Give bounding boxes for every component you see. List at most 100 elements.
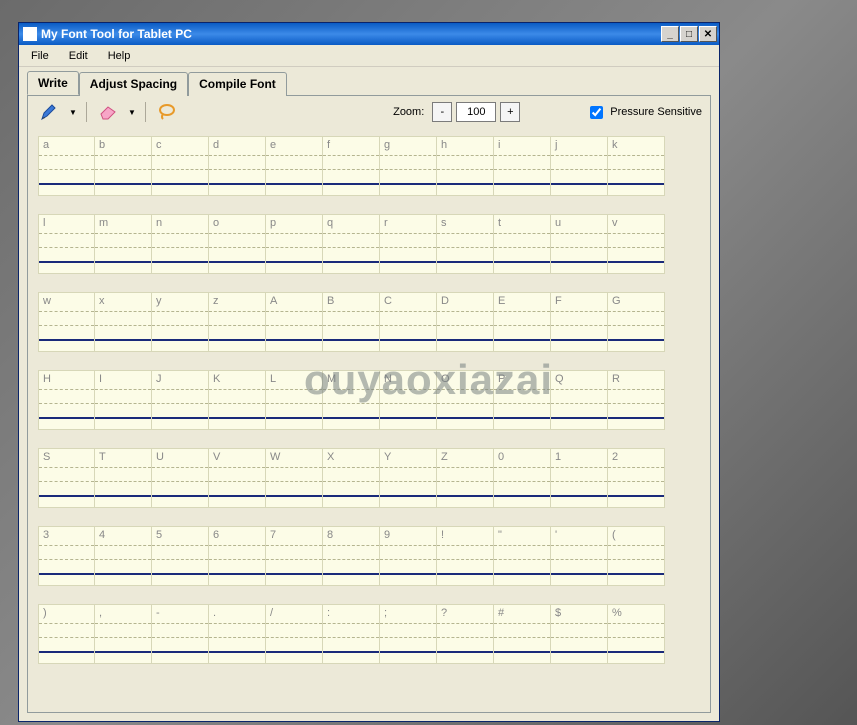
character-cell[interactable]: z bbox=[209, 292, 266, 352]
character-cell[interactable]: 6 bbox=[209, 526, 266, 586]
pressure-sensitive-checkbox[interactable] bbox=[590, 106, 603, 119]
titlebar[interactable]: My Font Tool for Tablet PC _ □ ✕ bbox=[19, 23, 719, 45]
character-cell[interactable]: Y bbox=[380, 448, 437, 508]
character-cell[interactable]: # bbox=[494, 604, 551, 664]
lasso-tool-button[interactable] bbox=[154, 100, 180, 124]
character-cell[interactable]: h bbox=[437, 136, 494, 196]
character-cell[interactable]: Z bbox=[437, 448, 494, 508]
character-cell[interactable]: u bbox=[551, 214, 608, 274]
character-cell[interactable]: o bbox=[209, 214, 266, 274]
character-cell[interactable]: T bbox=[95, 448, 152, 508]
character-cell[interactable]: x bbox=[95, 292, 152, 352]
character-cell[interactable]: ! bbox=[437, 526, 494, 586]
character-cell[interactable]: B bbox=[323, 292, 380, 352]
character-cell[interactable]: 2 bbox=[608, 448, 665, 508]
character-label: R bbox=[612, 373, 620, 385]
character-cell[interactable]: H bbox=[38, 370, 95, 430]
character-cell[interactable]: p bbox=[266, 214, 323, 274]
character-cell[interactable]: U bbox=[152, 448, 209, 508]
character-label: W bbox=[270, 451, 280, 463]
character-cell[interactable]: ; bbox=[380, 604, 437, 664]
character-cell[interactable]: M bbox=[323, 370, 380, 430]
character-cell[interactable]: : bbox=[323, 604, 380, 664]
zoom-out-button[interactable]: - bbox=[432, 102, 452, 122]
character-cell[interactable]: d bbox=[209, 136, 266, 196]
character-cell[interactable]: J bbox=[152, 370, 209, 430]
maximize-button[interactable]: □ bbox=[680, 26, 698, 42]
character-cell[interactable]: E bbox=[494, 292, 551, 352]
character-cell[interactable]: N bbox=[380, 370, 437, 430]
character-cell[interactable]: 7 bbox=[266, 526, 323, 586]
character-cell[interactable]: 9 bbox=[380, 526, 437, 586]
close-button[interactable]: ✕ bbox=[699, 26, 717, 42]
character-cell[interactable]: % bbox=[608, 604, 665, 664]
character-cell[interactable]: G bbox=[608, 292, 665, 352]
character-cell[interactable]: A bbox=[266, 292, 323, 352]
character-cell[interactable]: e bbox=[266, 136, 323, 196]
pen-tool-button[interactable] bbox=[36, 99, 62, 125]
character-cell[interactable]: , bbox=[95, 604, 152, 664]
character-cell[interactable]: K bbox=[209, 370, 266, 430]
character-cell[interactable]: S bbox=[38, 448, 95, 508]
character-cell[interactable]: r bbox=[380, 214, 437, 274]
character-cell[interactable]: m bbox=[95, 214, 152, 274]
character-cell[interactable]: s bbox=[437, 214, 494, 274]
character-cell[interactable]: v bbox=[608, 214, 665, 274]
character-cell[interactable]: a bbox=[38, 136, 95, 196]
character-cell[interactable]: l bbox=[38, 214, 95, 274]
character-cell[interactable]: C bbox=[380, 292, 437, 352]
character-cell[interactable]: f bbox=[323, 136, 380, 196]
character-cell[interactable]: - bbox=[152, 604, 209, 664]
character-cell[interactable]: V bbox=[209, 448, 266, 508]
character-cell[interactable]: ' bbox=[551, 526, 608, 586]
menu-edit[interactable]: Edit bbox=[61, 48, 96, 64]
character-cell[interactable]: q bbox=[323, 214, 380, 274]
character-cell[interactable]: b bbox=[95, 136, 152, 196]
character-cell[interactable]: ? bbox=[437, 604, 494, 664]
eraser-tool-button[interactable] bbox=[95, 101, 121, 123]
tab-compile-font[interactable]: Compile Font bbox=[188, 72, 287, 96]
character-cell[interactable]: L bbox=[266, 370, 323, 430]
character-cell[interactable]: " bbox=[494, 526, 551, 586]
character-cell[interactable]: 3 bbox=[38, 526, 95, 586]
character-cell[interactable]: $ bbox=[551, 604, 608, 664]
character-cell[interactable]: t bbox=[494, 214, 551, 274]
character-cell[interactable]: y bbox=[152, 292, 209, 352]
character-cell[interactable]: ( bbox=[608, 526, 665, 586]
character-cell[interactable]: I bbox=[95, 370, 152, 430]
tab-adjust-spacing[interactable]: Adjust Spacing bbox=[79, 72, 188, 96]
pen-dropdown-icon[interactable]: ▼ bbox=[68, 102, 78, 122]
character-cell[interactable]: . bbox=[209, 604, 266, 664]
character-cell[interactable]: 0 bbox=[494, 448, 551, 508]
zoom-value[interactable]: 100 bbox=[456, 102, 496, 122]
character-cell[interactable]: w bbox=[38, 292, 95, 352]
character-cell[interactable]: X bbox=[323, 448, 380, 508]
character-cell[interactable]: ) bbox=[38, 604, 95, 664]
character-cell[interactable]: n bbox=[152, 214, 209, 274]
tab-write[interactable]: Write bbox=[27, 71, 79, 95]
character-cell[interactable]: i bbox=[494, 136, 551, 196]
character-cell[interactable]: P bbox=[494, 370, 551, 430]
menu-file[interactable]: File bbox=[23, 48, 57, 64]
eraser-dropdown-icon[interactable]: ▼ bbox=[127, 102, 137, 122]
minimize-button[interactable]: _ bbox=[661, 26, 679, 42]
character-grid-scroll[interactable]: abcdefghijk lmnopqrstuv wxyzABCDEFG HI JKLMN… bbox=[28, 128, 710, 712]
zoom-in-button[interactable]: + bbox=[500, 102, 520, 122]
character-cell[interactable]: F bbox=[551, 292, 608, 352]
menu-help[interactable]: Help bbox=[100, 48, 139, 64]
character-cell[interactable]: W bbox=[266, 448, 323, 508]
character-cell[interactable]: D bbox=[437, 292, 494, 352]
character-cell[interactable]: O bbox=[437, 370, 494, 430]
character-cell[interactable]: c bbox=[152, 136, 209, 196]
character-cell[interactable]: 4 bbox=[95, 526, 152, 586]
character-cell[interactable]: 5 bbox=[152, 526, 209, 586]
character-cell[interactable]: j bbox=[551, 136, 608, 196]
character-cell[interactable]: k bbox=[608, 136, 665, 196]
character-cell[interactable]: g bbox=[380, 136, 437, 196]
character-cell[interactable]: / bbox=[266, 604, 323, 664]
character-cell[interactable]: Q bbox=[551, 370, 608, 430]
character-cell[interactable]: 1 bbox=[551, 448, 608, 508]
character-cell[interactable]: R bbox=[608, 370, 665, 430]
character-label: I bbox=[99, 373, 102, 385]
character-cell[interactable]: 8 bbox=[323, 526, 380, 586]
